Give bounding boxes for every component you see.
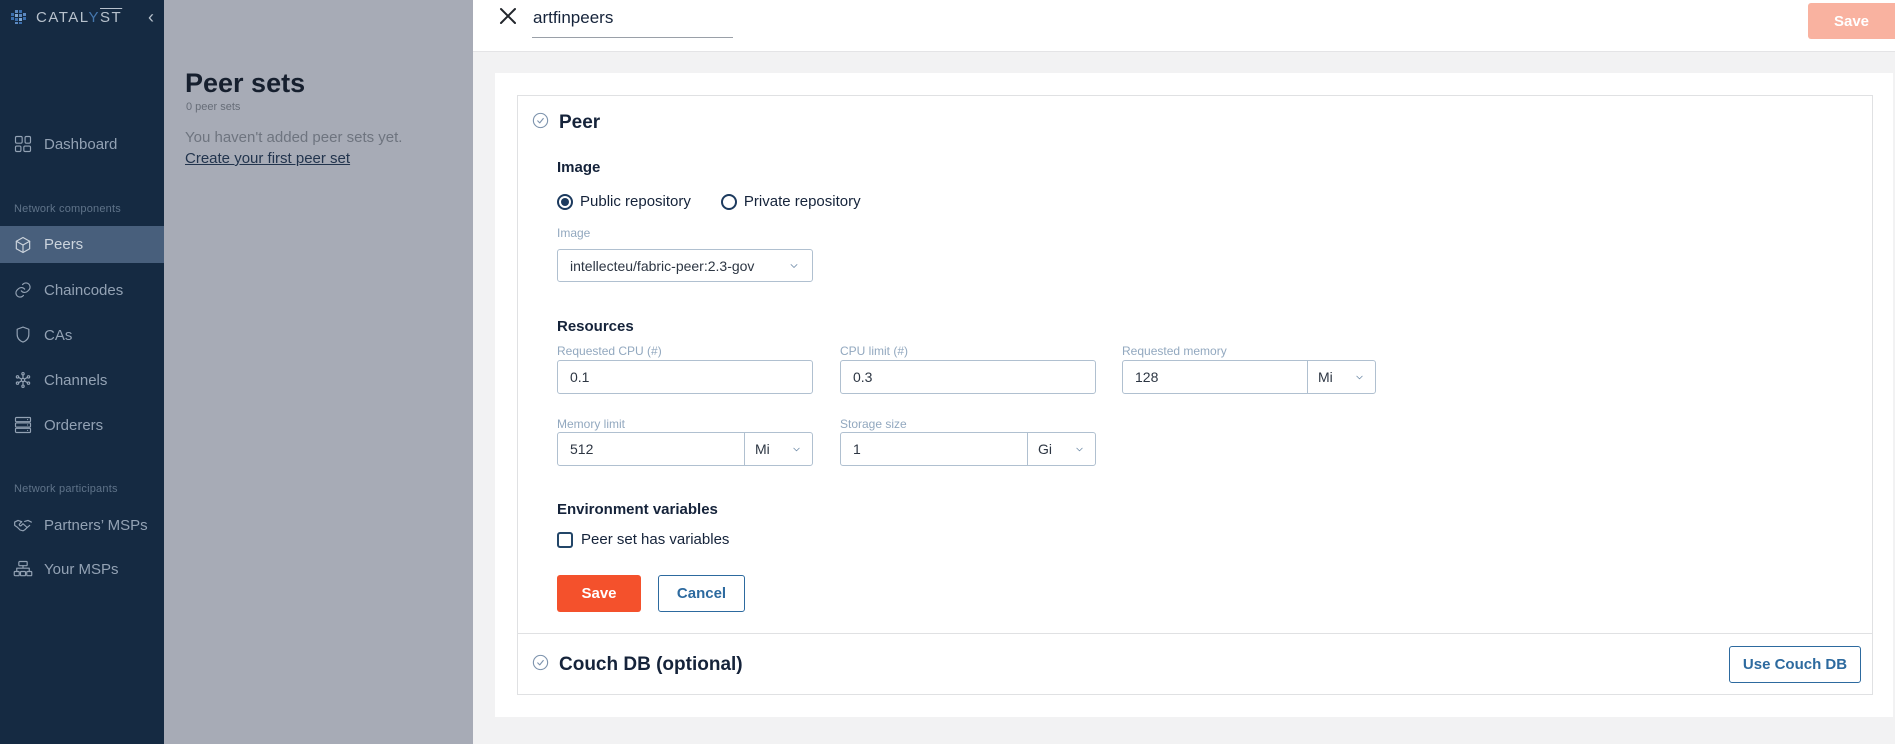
- catalyst-logo-icon: [10, 8, 30, 26]
- sidebar-item-your-msps[interactable]: Your MSPs: [0, 551, 164, 587]
- chevron-down-icon: [788, 260, 800, 272]
- chevron-down-icon: [1074, 444, 1085, 455]
- editor-panel: Peer Image Public repository Private rep…: [495, 73, 1893, 717]
- peer-section-title: Peer: [559, 112, 600, 134]
- close-icon[interactable]: [497, 5, 519, 27]
- radio-label: Private repository: [744, 193, 861, 210]
- image-select[interactable]: intellecteu/fabric-peer:2.3-gov: [557, 249, 813, 282]
- page-title: Peer sets: [185, 68, 305, 99]
- image-select-label: Image: [557, 226, 590, 240]
- memory-limit-group: Mi: [557, 432, 813, 466]
- network-hub-icon: [13, 370, 33, 390]
- requested-cpu-label: Requested CPU (#): [557, 344, 662, 358]
- sidebar-item-peers[interactable]: Peers: [0, 226, 164, 263]
- chevron-down-icon: [1354, 372, 1365, 383]
- requested-cpu-input[interactable]: [557, 360, 813, 394]
- sidebar-item-label: Chaincodes: [44, 282, 123, 299]
- couchdb-section-title: Couch DB (optional): [559, 654, 743, 676]
- cube-icon: [13, 235, 33, 255]
- requested-memory-unit-select[interactable]: Mi: [1307, 361, 1375, 393]
- checkbox-icon[interactable]: [557, 532, 573, 548]
- logo: CATALYST ‹: [0, 0, 164, 34]
- section-check-icon: [531, 111, 550, 135]
- drawer-header: Save: [473, 0, 1895, 52]
- env-variables-title: Environment variables: [557, 501, 718, 518]
- memory-limit-input[interactable]: [558, 433, 744, 465]
- sidebar-section-network-components: Network components: [0, 203, 164, 215]
- repository-radio-group: Public repository Private repository: [557, 193, 861, 210]
- cpu-limit-label: CPU limit (#): [840, 344, 908, 358]
- shield-icon: [13, 325, 33, 345]
- use-couchdb-button[interactable]: Use Couch DB: [1729, 646, 1861, 683]
- sidebar-item-label: CAs: [44, 327, 72, 344]
- org-chart-icon: [13, 559, 33, 579]
- image-group-title: Image: [557, 159, 600, 176]
- unit-value: Mi: [755, 441, 770, 457]
- section-check-icon: [531, 653, 550, 677]
- radio-label: Public repository: [580, 193, 691, 210]
- chaincode-link-icon: [13, 280, 33, 300]
- sidebar-item-cas[interactable]: CAs: [0, 317, 164, 353]
- radio-public-repository[interactable]: Public repository: [557, 193, 691, 210]
- sidebar-section-network-participants: Network participants: [0, 483, 164, 495]
- memory-limit-label: Memory limit: [557, 417, 625, 431]
- peer-set-editor-drawer: Save Peer Image P: [473, 0, 1895, 744]
- couchdb-section-header: Couch DB (optional) Use Couch DB: [531, 634, 1861, 695]
- peer-set-name-input[interactable]: [532, 4, 733, 38]
- form-actions: Save Cancel: [557, 575, 745, 612]
- cpu-limit-input[interactable]: [840, 360, 1096, 394]
- unit-value: Gi: [1038, 441, 1052, 457]
- empty-state-message: You haven't added peer sets yet.: [185, 129, 402, 146]
- sidebar-item-label: Partners’ MSPs: [44, 517, 148, 534]
- sidebar-item-label: Dashboard: [44, 136, 117, 153]
- radio-icon[interactable]: [721, 194, 737, 210]
- sidebar-item-dashboard[interactable]: Dashboard: [0, 126, 164, 162]
- sidebar-item-label: Your MSPs: [44, 561, 118, 578]
- logo-wordmark: CATALYST: [36, 9, 122, 26]
- memory-limit-unit-select[interactable]: Mi: [744, 433, 812, 465]
- create-first-peer-set-link[interactable]: Create your first peer set: [185, 150, 350, 167]
- app-root: CATALYST ‹ Dashboard Network components …: [0, 0, 1895, 744]
- sidebar-item-orderers[interactable]: Orderers: [0, 407, 164, 443]
- image-select-value: intellecteu/fabric-peer:2.3-gov: [570, 258, 754, 274]
- save-button[interactable]: Save: [557, 575, 641, 612]
- radio-icon[interactable]: [557, 194, 573, 210]
- sidebar-item-label: Peers: [44, 236, 83, 253]
- requested-memory-group: Mi: [1122, 360, 1376, 394]
- unit-value: Mi: [1318, 369, 1333, 385]
- sidebar-item-label: Orderers: [44, 417, 103, 434]
- checkbox-label: Peer set has variables: [581, 531, 729, 548]
- sidebar: CATALYST ‹ Dashboard Network components …: [0, 0, 164, 744]
- storage-size-label: Storage size: [840, 417, 907, 431]
- server-stack-icon: [13, 415, 33, 435]
- peer-sets-count: 0 peer sets: [186, 101, 240, 113]
- radio-private-repository[interactable]: Private repository: [721, 193, 861, 210]
- resources-title: Resources: [557, 318, 634, 335]
- sidebar-item-label: Channels: [44, 372, 107, 389]
- peer-form-card: Peer Image Public repository Private rep…: [517, 95, 1873, 695]
- dashboard-icon: [13, 134, 33, 154]
- collapse-sidebar-icon[interactable]: ‹: [148, 8, 154, 26]
- env-variables-checkbox-row[interactable]: Peer set has variables: [557, 531, 729, 548]
- storage-size-unit-select[interactable]: Gi: [1027, 433, 1095, 465]
- cancel-button[interactable]: Cancel: [658, 575, 745, 612]
- peer-section-header: Peer: [531, 111, 600, 135]
- sidebar-item-chaincodes[interactable]: Chaincodes: [0, 272, 164, 308]
- requested-memory-input[interactable]: [1123, 361, 1307, 393]
- chevron-down-icon: [791, 444, 802, 455]
- storage-size-input[interactable]: [841, 433, 1027, 465]
- storage-size-group: Gi: [840, 432, 1096, 466]
- sidebar-item-partners-msps[interactable]: Partners’ MSPs: [0, 507, 164, 543]
- handshake-icon: [13, 515, 33, 535]
- requested-memory-label: Requested memory: [1122, 344, 1227, 358]
- sidebar-item-channels[interactable]: Channels: [0, 362, 164, 398]
- peer-sets-list-panel: Peer sets 0 peer sets You haven't added …: [164, 0, 473, 744]
- header-save-button[interactable]: Save: [1808, 3, 1895, 39]
